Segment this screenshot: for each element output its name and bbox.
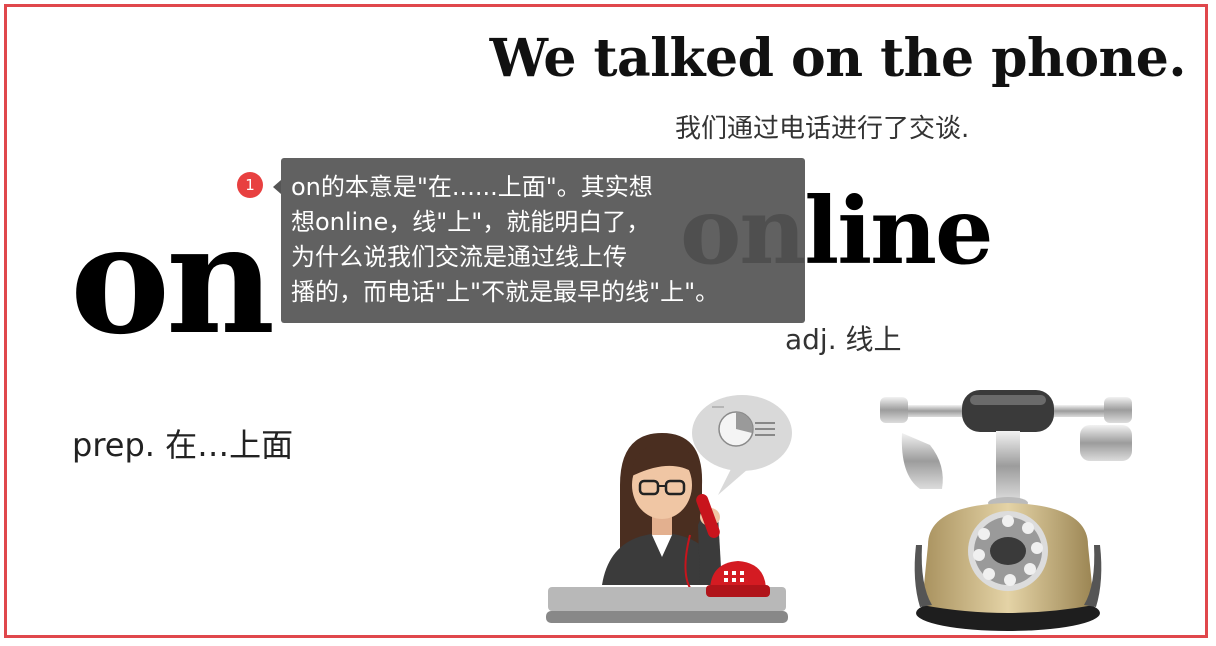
example-sentence: We talked on the phone. [489,28,1187,89]
annotation-line: 播的，而电话"上"不就是最早的线"上"。 [291,278,720,306]
annotation-line: 为什么说我们交流是通过线上传 [291,243,627,271]
annotation-badge[interactable]: 1 [237,172,263,198]
annotation-line: 想online，线"上"，就能明白了， [291,208,651,236]
word-on: on [70,192,275,368]
woman-on-phone-icon [546,395,792,623]
vintage-telephone-icon [880,390,1132,631]
definition-online: adj. 线上 [785,323,902,356]
annotation-note[interactable]: on的本意是"在......上面"。其实想 想online，线"上"，就能明白了… [273,158,805,323]
annotation-line: on的本意是"在......上面"。其实想 [291,173,653,201]
definition-on: prep. 在…上面 [72,426,294,464]
sentence-translation: 我们通过电话进行了交谈. [675,114,970,144]
